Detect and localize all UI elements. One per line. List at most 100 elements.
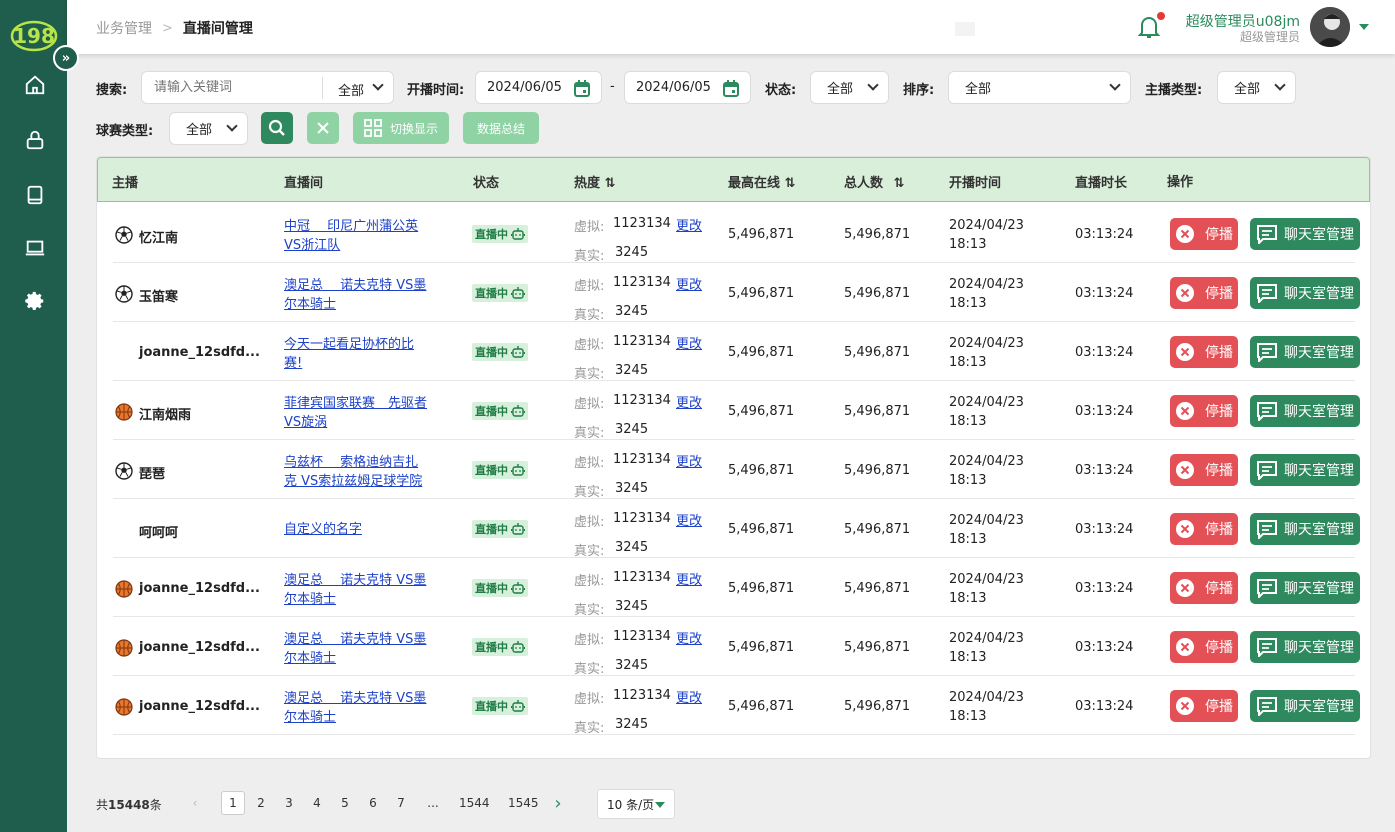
page-number[interactable]: 5 bbox=[333, 791, 357, 815]
stop-broadcast-button[interactable]: 停播 bbox=[1170, 631, 1238, 663]
chat-room-manage-button[interactable]: 聊天室管理 bbox=[1250, 277, 1360, 309]
stop-broadcast-button[interactable]: 停播 bbox=[1170, 336, 1238, 368]
start-date: 2024/04/23 bbox=[949, 395, 1024, 410]
next-page-icon[interactable]: › bbox=[546, 791, 570, 815]
edit-heat-link[interactable]: 更改 bbox=[676, 510, 702, 529]
duration: 03:13:24 bbox=[1075, 522, 1134, 537]
start-time: 18:13 bbox=[949, 709, 987, 724]
edit-heat-link[interactable]: 更改 bbox=[676, 687, 702, 706]
stop-broadcast-button[interactable]: 停播 bbox=[1170, 454, 1238, 486]
summary-button[interactable]: 数据总结 bbox=[463, 112, 539, 144]
logo-icon: 198 bbox=[10, 20, 58, 52]
calendar-icon bbox=[574, 80, 590, 97]
room-link[interactable]: 澳足总 诺夫克特 VS墨 尔本骑士 bbox=[284, 689, 434, 727]
page-number[interactable]: 1 bbox=[221, 791, 245, 815]
game-type-select[interactable]: 全部 bbox=[169, 112, 248, 145]
chat-room-manage-button[interactable]: 聊天室管理 bbox=[1250, 513, 1360, 545]
real-heat: 3245 bbox=[615, 717, 649, 732]
page-number[interactable]: 4 bbox=[305, 791, 329, 815]
edit-heat-link[interactable]: 更改 bbox=[676, 392, 702, 411]
anchor-type-label: 主播类型: bbox=[1145, 83, 1203, 98]
chat-room-manage-button[interactable]: 聊天室管理 bbox=[1250, 336, 1360, 368]
search-scope-select[interactable]: 全部 bbox=[338, 80, 364, 99]
prev-page-icon[interactable]: ‹ bbox=[183, 791, 207, 815]
chat-room-manage-button[interactable]: 聊天室管理 bbox=[1250, 218, 1360, 250]
reset-button[interactable] bbox=[307, 112, 339, 144]
header-max-online[interactable]: 最高在线 ⇅ bbox=[728, 172, 795, 191]
lock-icon[interactable] bbox=[22, 127, 48, 153]
date-from-input[interactable]: 2024/06/05 bbox=[475, 71, 602, 104]
duration: 03:13:24 bbox=[1075, 581, 1134, 596]
edit-heat-link[interactable]: 更改 bbox=[676, 215, 702, 234]
chat-room-manage-button[interactable]: 聊天室管理 bbox=[1250, 454, 1360, 486]
search-button[interactable] bbox=[261, 112, 293, 144]
room-link[interactable]: 中冠 印尼广州蒲公英 VS浙江队 bbox=[284, 217, 434, 255]
room-link[interactable]: 澳足总 诺夫克特 VS墨 尔本骑士 bbox=[284, 571, 434, 609]
toggle-display-button[interactable]: 切换显示 bbox=[353, 112, 449, 144]
page-number[interactable]: 2 bbox=[249, 791, 273, 815]
sort-icon[interactable]: ⇅ bbox=[785, 176, 796, 191]
search-input[interactable] bbox=[154, 80, 332, 95]
room-link[interactable]: 自定义的名字 bbox=[284, 520, 434, 539]
stop-broadcast-button[interactable]: 停播 bbox=[1170, 513, 1238, 545]
status-select[interactable]: 全部 bbox=[810, 71, 889, 104]
breadcrumb-item[interactable]: 业务管理 bbox=[96, 18, 152, 38]
sort-select[interactable]: 全部 bbox=[948, 71, 1131, 104]
home-icon[interactable] bbox=[22, 72, 48, 98]
edit-heat-link[interactable]: 更改 bbox=[676, 333, 702, 352]
page-size-select[interactable]: 10 条/页 bbox=[597, 789, 675, 819]
stop-broadcast-button[interactable]: 停播 bbox=[1170, 277, 1238, 309]
header-total[interactable]: 总人数 ⇅ bbox=[844, 172, 904, 191]
chat-room-manage-button[interactable]: 聊天室管理 bbox=[1250, 690, 1360, 722]
edit-heat-link[interactable]: 更改 bbox=[676, 628, 702, 647]
duration: 03:13:24 bbox=[1075, 345, 1134, 360]
room-link[interactable]: 今天一起看足协杯的比 赛! bbox=[284, 335, 434, 373]
sort-select-value: 全部 bbox=[965, 82, 992, 97]
room-link[interactable]: 菲律宾国家联赛 先驱者 VS旋涡 bbox=[284, 394, 434, 432]
room-link[interactable]: 乌兹杯 索格迪纳吉扎克 VS索拉兹姆足球学院 bbox=[284, 453, 434, 491]
stop-broadcast-button[interactable]: 停播 bbox=[1170, 690, 1238, 722]
page-number[interactable]: 3 bbox=[277, 791, 301, 815]
room-link[interactable]: 澳足总 诺夫克特 VS墨 尔本骑士 bbox=[284, 630, 434, 668]
chat-room-manage-button[interactable]: 聊天室管理 bbox=[1250, 572, 1360, 604]
real-label: 真实: bbox=[574, 426, 605, 441]
real-label: 真实: bbox=[574, 603, 605, 618]
gear-icon[interactable] bbox=[22, 288, 48, 314]
virtual-label: 虚拟: bbox=[574, 397, 605, 412]
monitor-icon[interactable] bbox=[22, 235, 48, 261]
virtual-heat: 1123134 bbox=[613, 452, 671, 467]
sort-icon[interactable]: ⇅ bbox=[605, 176, 616, 191]
header-room: 直播间 bbox=[284, 176, 324, 191]
close-circle-icon bbox=[1175, 696, 1195, 716]
real-label: 真实: bbox=[574, 367, 605, 382]
avatar[interactable] bbox=[1310, 7, 1350, 47]
virtual-heat: 1123134 bbox=[613, 216, 671, 231]
stop-broadcast-button[interactable]: 停播 bbox=[1170, 218, 1238, 250]
sort-icon[interactable]: ⇅ bbox=[894, 176, 905, 191]
max-online: 5,496,871 bbox=[728, 522, 795, 537]
page-number[interactable]: 1544 bbox=[457, 791, 492, 815]
page-number[interactable]: 1545 bbox=[506, 791, 541, 815]
book-icon[interactable] bbox=[22, 182, 48, 208]
chat-room-manage-button[interactable]: 聊天室管理 bbox=[1250, 395, 1360, 427]
room-link[interactable]: 澳足总 诺夫克特 VS墨 尔本骑士 bbox=[284, 276, 434, 314]
edit-heat-link[interactable]: 更改 bbox=[676, 451, 702, 470]
virtual-heat: 1123134 bbox=[613, 570, 671, 585]
page-number[interactable]: 6 bbox=[361, 791, 385, 815]
date-to-input[interactable]: 2024/06/05 bbox=[624, 71, 751, 104]
total-viewers: 5,496,871 bbox=[844, 404, 911, 419]
sidebar-expand-button[interactable]: » bbox=[53, 45, 79, 71]
pagination-ellipsis: ... bbox=[427, 796, 439, 810]
virtual-label: 虚拟: bbox=[574, 515, 605, 530]
stop-broadcast-button[interactable]: 停播 bbox=[1170, 572, 1238, 604]
edit-heat-link[interactable]: 更改 bbox=[676, 569, 702, 588]
total-viewers: 5,496,871 bbox=[844, 345, 911, 360]
chat-room-manage-button[interactable]: 聊天室管理 bbox=[1250, 631, 1360, 663]
header-heat[interactable]: 热度 ⇅ bbox=[574, 172, 615, 191]
stop-broadcast-button[interactable]: 停播 bbox=[1170, 395, 1238, 427]
max-online: 5,496,871 bbox=[728, 227, 795, 242]
anchor-type-select[interactable]: 全部 bbox=[1217, 71, 1296, 104]
edit-heat-link[interactable]: 更改 bbox=[676, 274, 702, 293]
page-number[interactable]: 7 bbox=[389, 791, 413, 815]
chevron-down-icon[interactable] bbox=[1359, 24, 1369, 30]
